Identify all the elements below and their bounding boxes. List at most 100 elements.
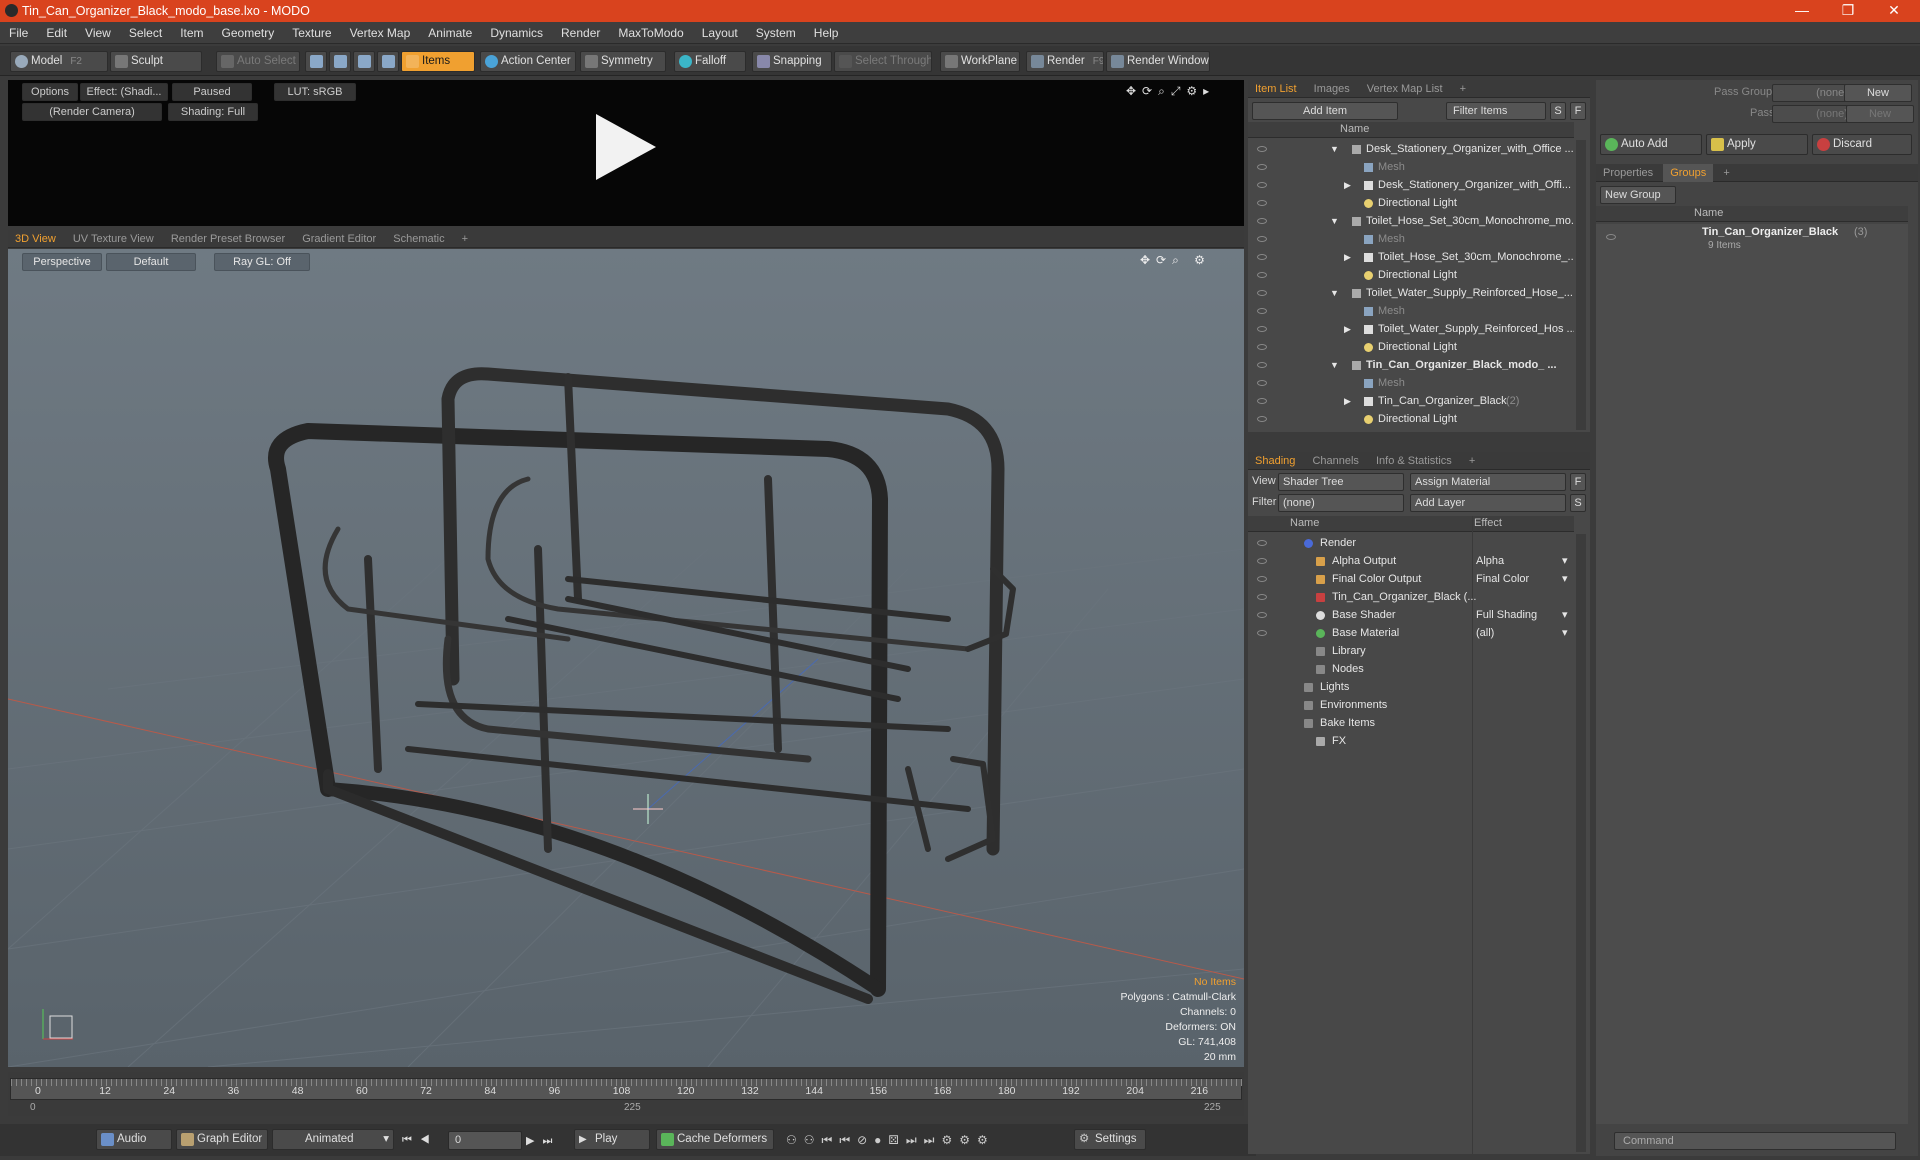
visibility-eye-icon[interactable] xyxy=(1257,594,1267,600)
command-input[interactable]: Command xyxy=(1614,1132,1896,1150)
shader-effect-dropdown[interactable]: (all) xyxy=(1476,624,1494,642)
groups-name-column[interactable]: Name xyxy=(1694,207,1723,219)
group-row[interactable]: Tin_Can_Organizer_Black (3) 9 Items xyxy=(1600,224,1904,254)
shader-effect-dropdown[interactable]: Final Color xyxy=(1476,570,1529,588)
shader-name-column[interactable]: Name xyxy=(1290,517,1319,529)
chevron-down-icon[interactable]: ▾ xyxy=(1562,570,1568,588)
visibility-eye-icon[interactable] xyxy=(1257,576,1267,582)
menu-file[interactable]: File xyxy=(0,26,37,40)
item-list-row[interactable]: ▼ Desk_Stationery_Organizer_with_Office .… xyxy=(1248,140,1574,158)
menu-render[interactable]: Render xyxy=(552,26,609,40)
menu-edit[interactable]: Edit xyxy=(37,26,76,40)
raygl-dropdown[interactable]: Ray GL: Off xyxy=(214,253,310,271)
item-list-scrollbar[interactable] xyxy=(1576,140,1586,430)
animated-dropdown[interactable]: Animated ▾ xyxy=(272,1129,394,1150)
assign-material-button[interactable]: Assign Material xyxy=(1410,473,1566,491)
visibility-eye-icon[interactable] xyxy=(1257,290,1267,296)
visibility-eye-icon[interactable] xyxy=(1606,234,1616,240)
visibility-eye-icon[interactable] xyxy=(1257,146,1267,152)
auto-select-button[interactable]: Auto Select xyxy=(216,51,300,72)
preview-nav-icons[interactable]: ✥⟳⌕⤢⚙▸ xyxy=(1126,84,1215,99)
falloff-button[interactable]: Falloff xyxy=(674,51,746,72)
apply-button[interactable]: Apply xyxy=(1706,134,1808,155)
shader-scrollbar[interactable] xyxy=(1576,534,1586,1152)
menu-geometry[interactable]: Geometry xyxy=(213,26,284,40)
snapping-button[interactable]: Snapping xyxy=(752,51,832,72)
play-button[interactable]: ▶ Play xyxy=(574,1129,650,1150)
shading-f-button[interactable]: F xyxy=(1570,473,1586,491)
workplane-button[interactable]: WorkPlane xyxy=(940,51,1020,72)
sculpt-mode-button[interactable]: Sculpt xyxy=(110,51,202,72)
item-list-row[interactable]: Mesh xyxy=(1248,302,1574,320)
item-list-row[interactable]: Mesh xyxy=(1248,230,1574,248)
tab-properties[interactable]: Properties xyxy=(1596,164,1660,182)
material-select-button[interactable] xyxy=(377,51,399,72)
preview-paused-button[interactable]: Paused xyxy=(172,83,252,101)
visibility-eye-icon[interactable] xyxy=(1257,218,1267,224)
visibility-eye-icon[interactable] xyxy=(1257,344,1267,350)
visibility-eye-icon[interactable] xyxy=(1257,164,1267,170)
menu-vertex-map[interactable]: Vertex Map xyxy=(341,26,420,40)
menu-view[interactable]: View xyxy=(76,26,120,40)
settings-button[interactable]: ⚙ Settings xyxy=(1074,1129,1146,1150)
expand-icon[interactable]: ▼ xyxy=(1330,140,1339,158)
tab-item-list[interactable]: Item List xyxy=(1248,80,1304,98)
visibility-eye-icon[interactable] xyxy=(1257,272,1267,278)
shader-tree-row[interactable]: Tin_Can_Organizer_Black (... xyxy=(1248,588,1574,606)
visibility-eye-icon[interactable] xyxy=(1257,612,1267,618)
chevron-down-icon[interactable]: ▾ xyxy=(1562,624,1568,642)
shader-effect-dropdown[interactable]: Alpha xyxy=(1476,552,1504,570)
chevron-down-icon[interactable]: ▾ xyxy=(1562,552,1568,570)
item-list-row[interactable]: ▼ Tin_Can_Organizer_Black_modo_ ... xyxy=(1248,356,1574,374)
timeline-ruler[interactable]: 0 12 24 36 48 60 72 84 96 108 120 132 144 156 168 180 19… xyxy=(10,1078,1243,1100)
visibility-eye-icon[interactable] xyxy=(1257,362,1267,368)
add-tab-icon[interactable]: + xyxy=(1462,452,1482,470)
item-list-row[interactable]: ▶ Desk_Stationery_Organizer_with_Offi... xyxy=(1248,176,1574,194)
shader-tree-row[interactable]: Nodes xyxy=(1248,660,1574,678)
shader-tree-row[interactable]: FX xyxy=(1248,732,1574,750)
shader-tree-row[interactable]: Base Material (all) ▾ xyxy=(1248,624,1574,642)
item-list-row[interactable]: ▶ Tin_Can_Organizer_Black (2) xyxy=(1248,392,1574,410)
visibility-eye-icon[interactable] xyxy=(1257,630,1267,636)
preview-effect-dropdown[interactable]: Effect: (Shadi... xyxy=(80,83,168,101)
discard-button[interactable]: Discard xyxy=(1812,134,1912,155)
shader-tree-row[interactable]: Render xyxy=(1248,534,1574,552)
edge-select-button[interactable] xyxy=(329,51,351,72)
action-center-button[interactable]: Action Center xyxy=(480,51,576,72)
tab-info-statistics[interactable]: Info & Statistics xyxy=(1369,452,1459,470)
item-list-row[interactable]: Directional Light xyxy=(1248,194,1574,212)
close-button[interactable]: ✕ xyxy=(1874,0,1914,22)
visibility-eye-icon[interactable] xyxy=(1257,182,1267,188)
select-through-button[interactable]: Select Through xyxy=(834,51,932,72)
shader-tree-row[interactable]: Environments xyxy=(1248,696,1574,714)
name-column-header[interactable]: Name xyxy=(1340,123,1369,135)
visibility-eye-icon[interactable] xyxy=(1257,558,1267,564)
item-list-row[interactable]: ▶ Toilet_Hose_Set_30cm_Monochrome_... xyxy=(1248,248,1574,266)
shader-tree-row[interactable]: Alpha Output Alpha ▾ xyxy=(1248,552,1574,570)
preview-lut-dropdown[interactable]: LUT: sRGB xyxy=(274,83,356,101)
preview-shading-dropdown[interactable]: Shading: Full xyxy=(168,103,258,121)
visibility-eye-icon[interactable] xyxy=(1257,398,1267,404)
expand-icon[interactable]: ▶ xyxy=(1344,248,1351,266)
visibility-eye-icon[interactable] xyxy=(1257,308,1267,314)
menu-system[interactable]: System xyxy=(747,26,805,40)
new-pass-group-button[interactable]: New xyxy=(1844,84,1912,102)
visibility-eye-icon[interactable] xyxy=(1257,540,1267,546)
shader-tree-row[interactable]: Bake Items xyxy=(1248,714,1574,732)
menu-maxtomodo[interactable]: MaxToModo xyxy=(609,26,692,40)
minimize-button[interactable]: — xyxy=(1782,0,1822,22)
tab-3d-view[interactable]: 3D View xyxy=(8,230,63,248)
menu-layout[interactable]: Layout xyxy=(693,26,747,40)
frame-field[interactable]: 0 xyxy=(448,1131,522,1150)
vertex-select-button[interactable] xyxy=(305,51,327,72)
polygon-select-button[interactable] xyxy=(353,51,375,72)
visibility-eye-icon[interactable] xyxy=(1257,416,1267,422)
render-button[interactable]: Render F9 xyxy=(1026,51,1104,72)
filter-items-input[interactable]: Filter Items xyxy=(1446,102,1546,120)
new-group-button[interactable]: New Group xyxy=(1600,186,1676,204)
render-window-button[interactable]: Render Window xyxy=(1106,51,1210,72)
timeline[interactable]: 0 12 24 36 48 60 72 84 96 108 120 132 144 156 168 180 19… xyxy=(8,1072,1244,1116)
expand-icon[interactable]: ▶ xyxy=(1344,176,1351,194)
shader-effect-column[interactable]: Effect xyxy=(1474,517,1502,529)
expand-icon[interactable]: ▶ xyxy=(1344,320,1351,338)
